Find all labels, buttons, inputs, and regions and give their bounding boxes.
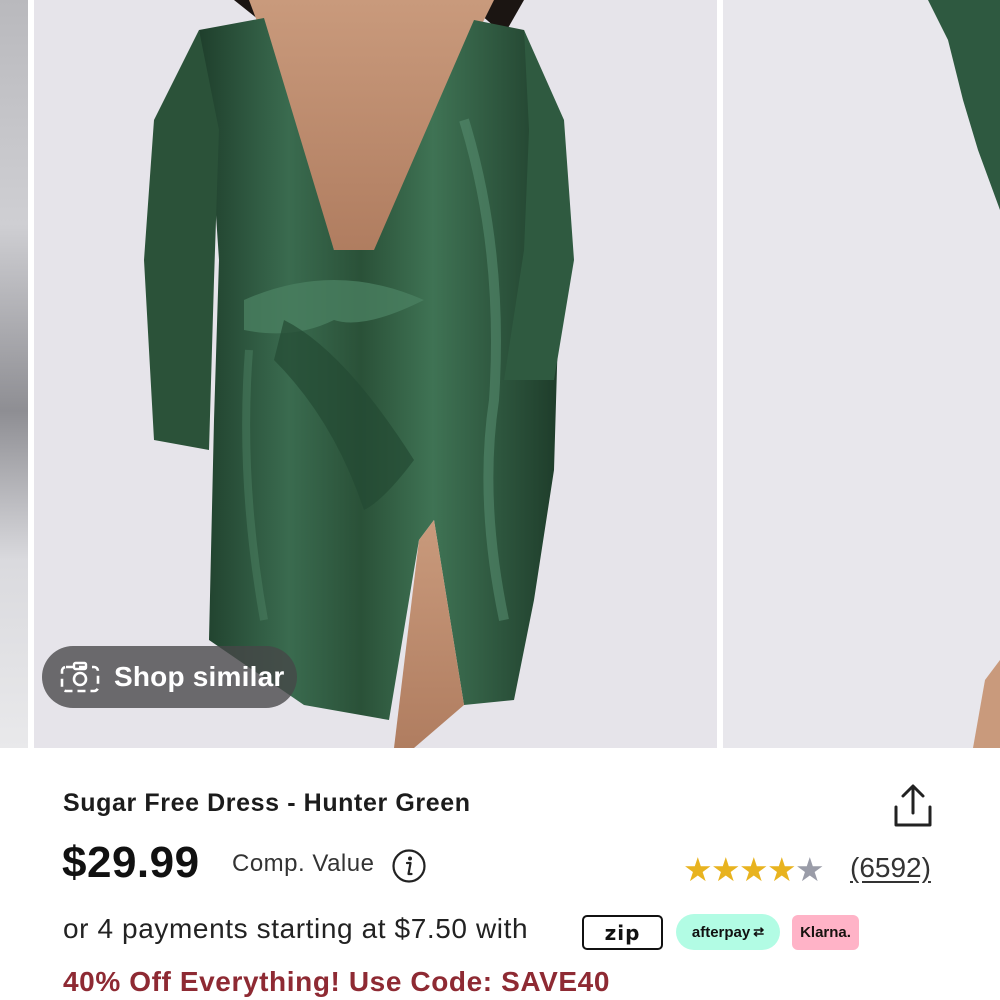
star-icon: ★ xyxy=(683,849,713,889)
zip-badge[interactable]: zip xyxy=(582,915,663,950)
share-button[interactable] xyxy=(888,781,938,831)
star-icon: ★ xyxy=(739,849,769,889)
installments-text: or 4 payments starting at $7.50 with xyxy=(63,913,529,944)
product-image-gallery[interactable]: Shop similar xyxy=(0,0,1000,748)
klarna-label: Klarna. xyxy=(800,924,851,941)
info-icon xyxy=(392,849,426,883)
promo-banner[interactable]: 40% Off Everything! Use Code: SAVE40 xyxy=(63,966,610,998)
afterpay-badge[interactable]: afterpay ⇄ xyxy=(676,914,780,950)
previous-product-image[interactable] xyxy=(0,0,28,748)
comp-value-label: Comp. Value xyxy=(232,850,375,877)
afterpay-label: afterpay xyxy=(691,923,751,941)
shop-similar-label: Shop similar xyxy=(114,661,285,692)
share-icon xyxy=(894,784,932,827)
next-photo xyxy=(928,0,1000,748)
dress-photo xyxy=(144,0,574,748)
shop-similar-button[interactable]: Shop similar xyxy=(42,646,297,708)
review-count-link[interactable]: (6592) xyxy=(850,852,931,884)
star-icon: ★ xyxy=(795,849,825,889)
product-title: Sugar Free Dress - Hunter Green xyxy=(63,789,471,817)
product-price: $29.99 xyxy=(62,838,200,887)
next-product-image[interactable] xyxy=(723,0,1000,748)
comp-value-info-button[interactable] xyxy=(391,848,427,884)
rating-stars: ★ ★ ★ ★ ★ xyxy=(683,849,825,889)
camera-icon xyxy=(60,661,100,693)
star-icon: ★ xyxy=(711,849,741,889)
product-image-main[interactable]: Shop similar xyxy=(34,0,717,748)
afterpay-arrows-icon: ⇄ xyxy=(753,924,765,939)
zip-label: zip xyxy=(604,920,641,945)
klarna-badge[interactable]: Klarna. xyxy=(792,915,859,950)
star-icon: ★ xyxy=(767,849,797,889)
